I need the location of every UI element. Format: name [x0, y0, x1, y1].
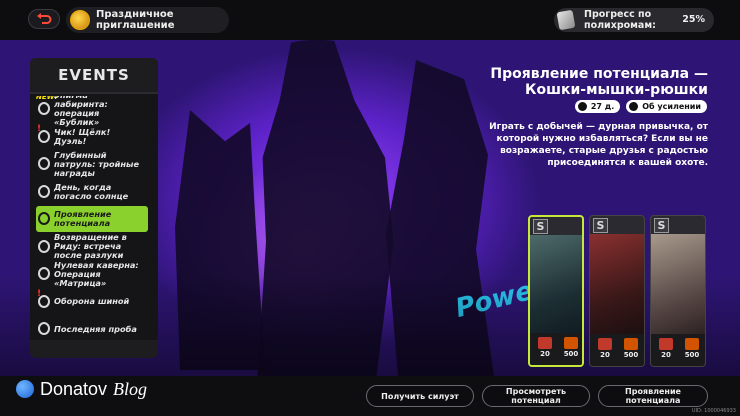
card-stats: 20 500	[651, 334, 705, 366]
level-icon	[598, 338, 612, 350]
invitation-icon	[70, 10, 90, 30]
polychrome-progress-pill[interactable]: Прогресс по полихромам: 25%	[554, 8, 714, 32]
character-silhouette-center	[257, 40, 394, 376]
clock-icon	[577, 102, 587, 111]
back-button[interactable]	[28, 9, 60, 29]
event-invitation-title: Праздничное приглашение	[96, 9, 175, 31]
site-watermark-logo: Donatov Blog	[16, 377, 176, 401]
event-type-icon	[38, 239, 50, 253]
events-list[interactable]: NEW!Энигма лабиринта: операция «Бублик»!…	[36, 96, 154, 336]
rank-badge: S	[533, 219, 548, 234]
stat-slot: 500	[620, 338, 642, 364]
stat-value: 500	[623, 351, 639, 359]
logo-subtext: Blog	[113, 378, 148, 399]
stat-slot: 500	[681, 338, 703, 364]
event-item-label: Последняя проба	[54, 323, 137, 334]
logo-text: Donatov	[40, 378, 108, 399]
brand-watermark: Powe	[452, 275, 537, 325]
event-item[interactable]: Нулевая каверна: Операция «Матрица»	[36, 259, 148, 288]
event-item-label: Энигма лабиринта: операция «Бублик»	[54, 96, 108, 127]
agent-portrait	[530, 235, 582, 337]
event-description: Играть с добычей — дурная привычка, от к…	[489, 122, 708, 168]
event-type-icon	[38, 184, 50, 198]
events-header: EVENTS	[30, 58, 158, 94]
stat-value: 500	[684, 351, 700, 359]
event-meta-row: 27 д. Об усилении	[574, 100, 707, 113]
skill-icon	[624, 338, 638, 350]
event-item[interactable]: Последняя проба	[36, 316, 148, 336]
polychrome-icon	[556, 9, 576, 31]
stat-value: 500	[563, 350, 579, 358]
level-icon	[538, 337, 552, 349]
event-type-icon	[38, 102, 50, 115]
event-item[interactable]: Возвращение в Риду: встреча после разлук…	[36, 232, 148, 260]
progress-value: 25%	[682, 14, 705, 25]
events-title: EVENTS	[58, 66, 130, 84]
event-item-label: Возвращение в Риду: встреча после разлук…	[54, 232, 127, 260]
progress-label: Прогресс по полихромам:	[584, 9, 656, 31]
alert-badge: !	[37, 288, 42, 299]
event-type-icon	[38, 267, 50, 280]
event-detail-title: Проявление потенциала — Кошки-мышки-рюшк…	[490, 66, 708, 98]
event-type-icon	[38, 157, 50, 170]
event-item[interactable]: Глубинный патруль: тройные награды	[36, 149, 148, 178]
stat-slot: 20	[655, 338, 677, 364]
level-icon	[659, 338, 673, 350]
question-icon	[629, 102, 639, 111]
rank-badge: S	[593, 218, 608, 233]
agent-cards: S 20 500 S 20 500 S 20 500	[528, 215, 708, 367]
event-item[interactable]: ! Чик! Щёлк! Дуэль!	[36, 124, 148, 150]
stat-slot: 20	[534, 337, 556, 363]
stat-value: 20	[540, 350, 550, 358]
get-silhouette-button[interactable]: Получить силуэт	[366, 385, 474, 407]
top-bar: Праздничное приглашение Прогресс по поли…	[0, 0, 740, 40]
logo-icon	[16, 380, 34, 398]
event-item[interactable]: День, когда погасло солнце	[36, 179, 148, 205]
event-item-label: Чик! Щёлк! Дуэль!	[54, 126, 111, 146]
stat-value: 20	[600, 351, 610, 359]
event-item-label: Нулевая каверна: Операция «Матрица»	[54, 259, 139, 288]
event-item[interactable]: ! Оборона шиной	[36, 289, 148, 315]
card-stats: 20 500	[530, 333, 582, 365]
stat-slot: 20	[594, 338, 616, 364]
events-panel: EVENTS NEW!Энигма лабиринта: операция «Б…	[30, 58, 158, 358]
event-item-label: Глубинный патруль: тройные награды	[54, 149, 140, 178]
events-panel-footer	[30, 340, 158, 358]
manifest-potential-button[interactable]: Проявление потенциала	[598, 385, 708, 407]
stat-value: 20	[661, 351, 671, 359]
agent-portrait	[590, 234, 644, 336]
event-item-label: Оборона шиной	[54, 296, 130, 306]
boost-info-chip[interactable]: Об усилении	[626, 100, 707, 113]
event-item[interactable]: Проявление потенциала	[36, 206, 148, 232]
character-silhouette-left	[175, 110, 265, 370]
event-item-label: День, когда погасло солнце	[54, 181, 129, 201]
event-type-icon	[38, 212, 50, 225]
character-silhouette-right	[386, 60, 494, 376]
agent-card[interactable]: S 20 500	[528, 215, 584, 367]
stat-slot: 500	[560, 337, 582, 363]
agent-card[interactable]: S 20 500	[650, 215, 706, 367]
view-potential-button[interactable]: Просмотреть потенциал	[482, 385, 590, 407]
skill-icon	[685, 338, 699, 350]
days-left-chip: 27 д.	[574, 100, 621, 113]
alert-badge: !	[37, 123, 42, 134]
back-arrow-icon	[37, 13, 52, 24]
user-id: UID: 1000046933	[691, 408, 736, 414]
event-item[interactable]: NEW!Энигма лабиринта: операция «Бублик»	[36, 96, 148, 127]
agent-card[interactable]: S 20 500	[589, 215, 645, 367]
rank-badge: S	[654, 218, 669, 233]
days-left: 27 д.	[590, 102, 615, 111]
agent-portrait	[651, 234, 705, 336]
boost-info-link[interactable]: Об усилении	[642, 102, 701, 111]
card-stats: 20 500	[590, 334, 644, 366]
event-item-label: Проявление потенциала	[54, 209, 112, 228]
event-invitation-pill[interactable]: Праздничное приглашение	[66, 7, 229, 33]
event-type-icon	[38, 322, 50, 335]
skill-icon	[564, 337, 578, 349]
